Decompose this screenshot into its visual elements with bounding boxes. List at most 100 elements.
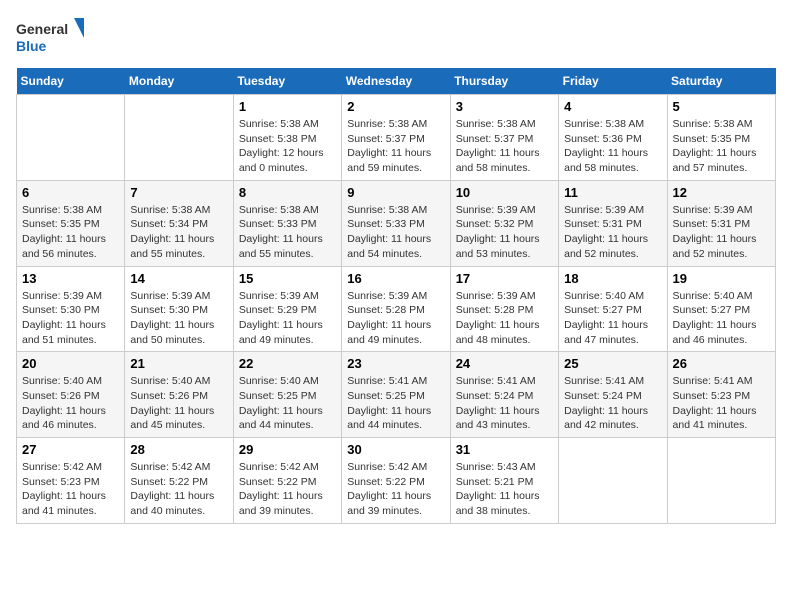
day-number: 19 xyxy=(673,271,770,286)
calendar-cell: 13 Sunrise: 5:39 AMSunset: 5:30 PMDayligh… xyxy=(17,266,125,352)
cell-content: Sunrise: 5:42 AMSunset: 5:23 PMDaylight:… xyxy=(22,460,119,519)
calendar-cell: 19Sunrise: 5:40 AMSunset: 5:27 PMDayligh… xyxy=(667,266,775,352)
cell-content: Sunrise: 5:38 AMSunset: 5:37 PMDaylight:… xyxy=(456,117,553,176)
svg-text:Blue: Blue xyxy=(16,38,47,54)
day-number: 22 xyxy=(239,356,336,371)
day-number: 21 xyxy=(130,356,227,371)
cell-content: Sunrise: 5:38 AMSunset: 5:35 PMDaylight:… xyxy=(22,203,119,262)
calendar-cell: 15 Sunrise: 5:39 AMSunset: 5:29 PMDayligh… xyxy=(233,266,341,352)
cell-content: Sunrise: 5:39 AMSunset: 5:31 PMDaylight:… xyxy=(564,203,661,262)
day-number: 1 xyxy=(239,99,336,114)
calendar-cell: 26 Sunrise: 5:41 AMSunset: 5:23 PMDayligh… xyxy=(667,352,775,438)
calendar-cell: 23 Sunrise: 5:41 AMSunset: 5:25 PMDayligh… xyxy=(342,352,450,438)
day-number: 27 xyxy=(22,442,119,457)
cell-content: Sunrise: 5:40 AMSunset: 5:26 PMDaylight:… xyxy=(22,374,119,433)
cell-content: Sunrise: 5:41 AMSunset: 5:25 PMDaylight:… xyxy=(347,374,444,433)
calendar-cell xyxy=(559,438,667,524)
day-number: 23 xyxy=(347,356,444,371)
calendar-cell xyxy=(125,95,233,181)
cell-content: Sunrise: 5:38 AMSunset: 5:34 PMDaylight:… xyxy=(130,203,227,262)
cell-content: Sunrise: 5:41 AMSunset: 5:23 PMDaylight:… xyxy=(673,374,770,433)
day-number: 3 xyxy=(456,99,553,114)
cell-content: Sunrise: 5:42 AMSunset: 5:22 PMDaylight:… xyxy=(130,460,227,519)
day-number: 31 xyxy=(456,442,553,457)
day-number: 16 xyxy=(347,271,444,286)
calendar-cell: 8 Sunrise: 5:38 AMSunset: 5:33 PMDaylight… xyxy=(233,180,341,266)
day-number: 17 xyxy=(456,271,553,286)
calendar-cell: 3 Sunrise: 5:38 AMSunset: 5:37 PMDaylight… xyxy=(450,95,558,181)
calendar-cell: 11 Sunrise: 5:39 AMSunset: 5:31 PMDayligh… xyxy=(559,180,667,266)
cell-content: Sunrise: 5:38 AMSunset: 5:38 PMDaylight:… xyxy=(239,117,336,176)
column-header-wednesday: Wednesday xyxy=(342,68,450,95)
calendar-cell: 21 Sunrise: 5:40 AMSunset: 5:26 PMDayligh… xyxy=(125,352,233,438)
column-header-thursday: Thursday xyxy=(450,68,558,95)
day-number: 12 xyxy=(673,185,770,200)
column-header-friday: Friday xyxy=(559,68,667,95)
calendar-cell xyxy=(17,95,125,181)
cell-content: Sunrise: 5:38 AMSunset: 5:37 PMDaylight:… xyxy=(347,117,444,176)
cell-content: Sunrise: 5:39 AMSunset: 5:29 PMDaylight:… xyxy=(239,289,336,348)
day-number: 5 xyxy=(673,99,770,114)
calendar-cell: 4 Sunrise: 5:38 AMSunset: 5:36 PMDaylight… xyxy=(559,95,667,181)
day-number: 20 xyxy=(22,356,119,371)
cell-content: Sunrise: 5:39 AMSunset: 5:32 PMDaylight:… xyxy=(456,203,553,262)
day-number: 7 xyxy=(130,185,227,200)
column-header-tuesday: Tuesday xyxy=(233,68,341,95)
day-number: 15 xyxy=(239,271,336,286)
calendar-cell: 2 Sunrise: 5:38 AMSunset: 5:37 PMDaylight… xyxy=(342,95,450,181)
calendar-cell: 20 Sunrise: 5:40 AMSunset: 5:26 PMDayligh… xyxy=(17,352,125,438)
calendar-cell: 28Sunrise: 5:42 AMSunset: 5:22 PMDayligh… xyxy=(125,438,233,524)
calendar-cell: 16 Sunrise: 5:39 AMSunset: 5:28 PMDayligh… xyxy=(342,266,450,352)
week-row-5: 27 Sunrise: 5:42 AMSunset: 5:23 PMDayligh… xyxy=(17,438,776,524)
calendar-cell: 25Sunrise: 5:41 AMSunset: 5:24 PMDayligh… xyxy=(559,352,667,438)
cell-content: Sunrise: 5:38 AMSunset: 5:33 PMDaylight:… xyxy=(239,203,336,262)
week-row-4: 20 Sunrise: 5:40 AMSunset: 5:26 PMDayligh… xyxy=(17,352,776,438)
calendar-cell: 5 Sunrise: 5:38 AMSunset: 5:35 PMDaylight… xyxy=(667,95,775,181)
cell-content: Sunrise: 5:40 AMSunset: 5:27 PMDaylight:… xyxy=(564,289,661,348)
cell-content: Sunrise: 5:38 AMSunset: 5:36 PMDaylight:… xyxy=(564,117,661,176)
cell-content: Sunrise: 5:40 AMSunset: 5:26 PMDaylight:… xyxy=(130,374,227,433)
calendar-cell: 22Sunrise: 5:40 AMSunset: 5:25 PMDayligh… xyxy=(233,352,341,438)
day-number: 25 xyxy=(564,356,661,371)
column-header-saturday: Saturday xyxy=(667,68,775,95)
calendar-cell: 14Sunrise: 5:39 AMSunset: 5:30 PMDayligh… xyxy=(125,266,233,352)
column-header-sunday: Sunday xyxy=(17,68,125,95)
day-number: 18 xyxy=(564,271,661,286)
cell-content: Sunrise: 5:42 AMSunset: 5:22 PMDaylight:… xyxy=(239,460,336,519)
header-row: SundayMondayTuesdayWednesdayThursdayFrid… xyxy=(17,68,776,95)
cell-content: Sunrise: 5:38 AMSunset: 5:33 PMDaylight:… xyxy=(347,203,444,262)
day-number: 13 xyxy=(22,271,119,286)
page-header: GeneralBlue xyxy=(16,16,776,56)
calendar-cell: 29 Sunrise: 5:42 AMSunset: 5:22 PMDayligh… xyxy=(233,438,341,524)
calendar-cell: 31 Sunrise: 5:43 AMSunset: 5:21 PMDayligh… xyxy=(450,438,558,524)
calendar-cell: 7 Sunrise: 5:38 AMSunset: 5:34 PMDaylight… xyxy=(125,180,233,266)
calendar-cell: 9Sunrise: 5:38 AMSunset: 5:33 PMDaylight… xyxy=(342,180,450,266)
day-number: 10 xyxy=(456,185,553,200)
day-number: 30 xyxy=(347,442,444,457)
calendar-cell: 18 Sunrise: 5:40 AMSunset: 5:27 PMDayligh… xyxy=(559,266,667,352)
cell-content: Sunrise: 5:39 AMSunset: 5:28 PMDaylight:… xyxy=(347,289,444,348)
cell-content: Sunrise: 5:39 AMSunset: 5:31 PMDaylight:… xyxy=(673,203,770,262)
calendar-cell xyxy=(667,438,775,524)
day-number: 2 xyxy=(347,99,444,114)
calendar-cell: 1 Sunrise: 5:38 AMSunset: 5:38 PMDaylight… xyxy=(233,95,341,181)
day-number: 8 xyxy=(239,185,336,200)
day-number: 4 xyxy=(564,99,661,114)
cell-content: Sunrise: 5:43 AMSunset: 5:21 PMDaylight:… xyxy=(456,460,553,519)
day-number: 14 xyxy=(130,271,227,286)
day-number: 11 xyxy=(564,185,661,200)
calendar-cell: 6 Sunrise: 5:38 AMSunset: 5:35 PMDaylight… xyxy=(17,180,125,266)
day-number: 29 xyxy=(239,442,336,457)
cell-content: Sunrise: 5:39 AMSunset: 5:30 PMDaylight:… xyxy=(22,289,119,348)
week-row-2: 6 Sunrise: 5:38 AMSunset: 5:35 PMDaylight… xyxy=(17,180,776,266)
day-number: 6 xyxy=(22,185,119,200)
cell-content: Sunrise: 5:38 AMSunset: 5:35 PMDaylight:… xyxy=(673,117,770,176)
calendar-cell: 17 Sunrise: 5:39 AMSunset: 5:28 PMDayligh… xyxy=(450,266,558,352)
calendar-cell: 30 Sunrise: 5:42 AMSunset: 5:22 PMDayligh… xyxy=(342,438,450,524)
cell-content: Sunrise: 5:39 AMSunset: 5:28 PMDaylight:… xyxy=(456,289,553,348)
week-row-1: 1 Sunrise: 5:38 AMSunset: 5:38 PMDaylight… xyxy=(17,95,776,181)
calendar-cell: 12 Sunrise: 5:39 AMSunset: 5:31 PMDayligh… xyxy=(667,180,775,266)
day-number: 24 xyxy=(456,356,553,371)
day-number: 26 xyxy=(673,356,770,371)
cell-content: Sunrise: 5:42 AMSunset: 5:22 PMDaylight:… xyxy=(347,460,444,519)
